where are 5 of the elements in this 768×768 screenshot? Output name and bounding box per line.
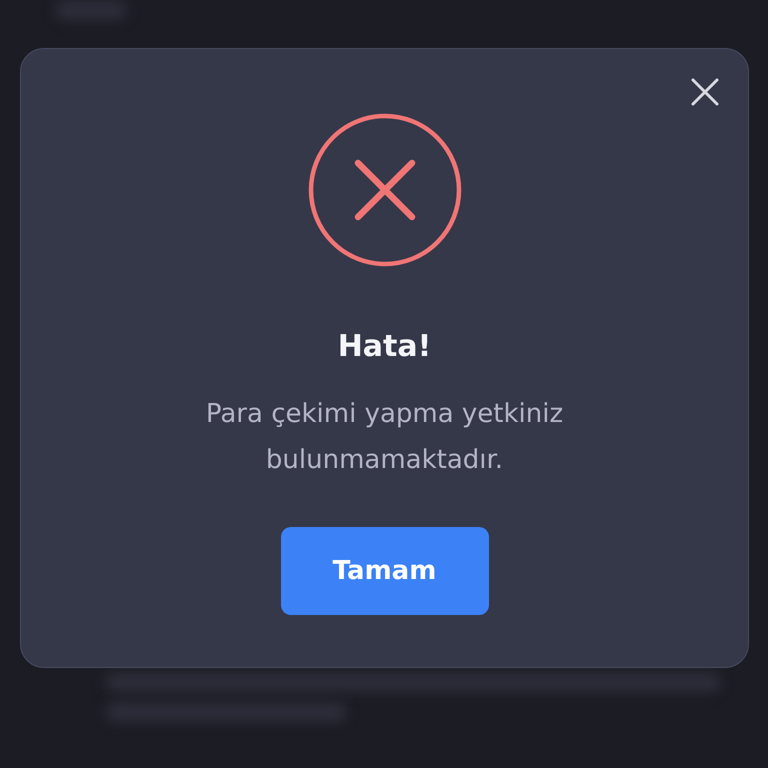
ok-button[interactable]: Tamam (280, 527, 488, 615)
dialog-message: Para çekimi yapma yetkiniz bulunmamaktadır. (204, 398, 564, 477)
dialog-title: Hata! (338, 329, 432, 365)
close-icon (691, 78, 719, 106)
error-x-circle-icon (308, 113, 462, 267)
